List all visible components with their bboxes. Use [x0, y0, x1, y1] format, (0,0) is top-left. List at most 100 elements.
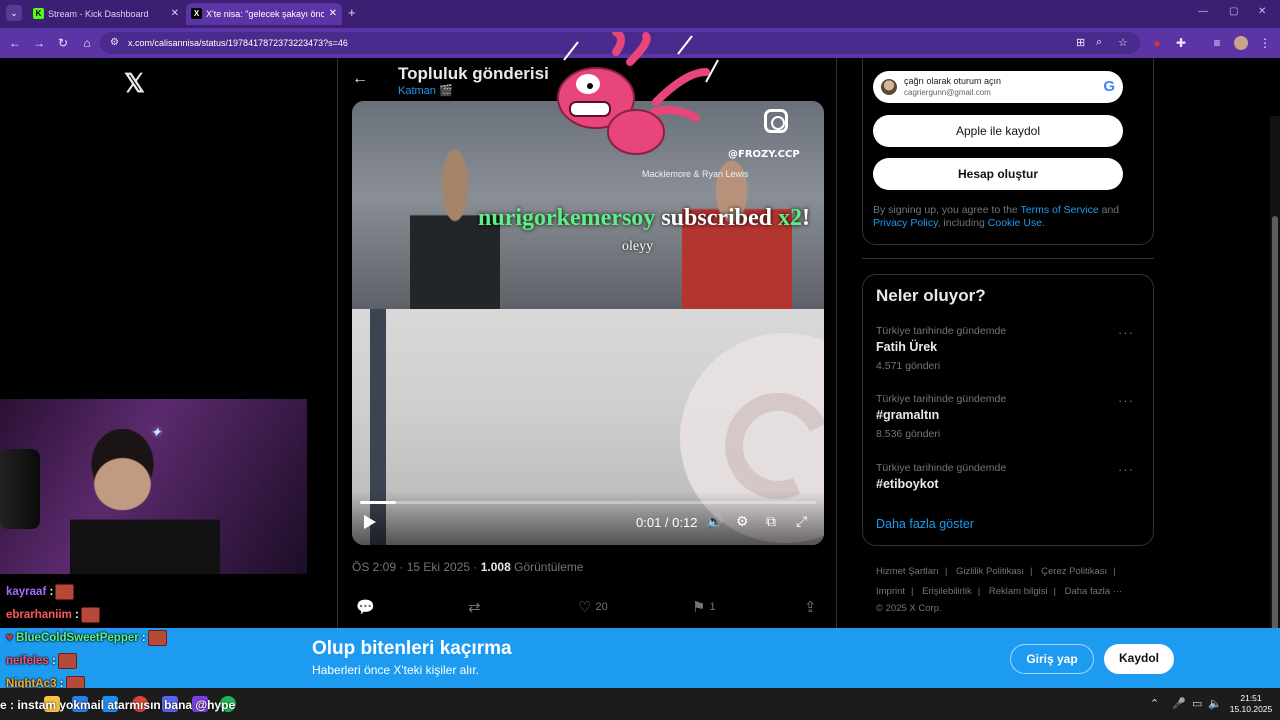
tab-search-icon[interactable]: ⌄: [6, 5, 22, 21]
footer-link[interactable]: Erişilebilirlik: [922, 586, 972, 597]
minimize-icon[interactable]: —: [1198, 6, 1208, 17]
repost-icon[interactable]: ⇄: [468, 598, 481, 616]
signup-button[interactable]: Kaydol: [1104, 644, 1174, 674]
post-timestamp[interactable]: ÖS 2:09 · 15 Eki 2025 ·: [352, 560, 481, 574]
maximize-icon[interactable]: ▢: [1229, 6, 1238, 17]
more-options-icon[interactable]: ···: [1118, 393, 1134, 408]
footer-link[interactable]: Reklam bilgisi: [989, 586, 1048, 597]
extension-icon[interactable]: ●: [1150, 36, 1164, 50]
post-views-label: Görüntüleme: [510, 560, 584, 574]
google-signin-button[interactable]: çağrı olarak oturum açın cagriergunn@gma…: [873, 71, 1123, 103]
google-account-avatar: [881, 79, 897, 95]
footer-link[interactable]: Gizlilik Politikası: [956, 566, 1024, 577]
show-more-link[interactable]: Daha fazla göster: [876, 517, 974, 531]
reply-icon[interactable]: 💬: [356, 598, 375, 616]
video-progress-bar[interactable]: [360, 501, 816, 504]
video-watermark-credit: Macklemore & Ryan Lewis: [642, 169, 749, 179]
footer-link[interactable]: Çerez Politikası: [1041, 566, 1107, 577]
fullscreen-icon[interactable]: ⤢: [796, 513, 807, 530]
scrollbar-thumb[interactable]: [1272, 216, 1278, 656]
like-button[interactable]: ♡ 20: [578, 598, 608, 616]
settings-gear-icon[interactable]: ⚙: [736, 513, 749, 530]
close-window-icon[interactable]: ✕: [1258, 6, 1266, 17]
trend-item[interactable]: Türkiye tarihinde gündemde #gramaltın 8.…: [876, 393, 1142, 453]
forward-icon[interactable]: →: [32, 36, 46, 50]
tab-kick-dashboard[interactable]: K Stream - Kick Dashboard ✕: [28, 3, 184, 25]
alert-multiplier: x2: [778, 205, 803, 231]
tray-overflow-icon[interactable]: ⌃: [1150, 697, 1159, 710]
home-icon[interactable]: ⌂: [80, 36, 94, 50]
system-clock[interactable]: 21:51 15.10.2025: [1226, 693, 1276, 715]
extensions-puzzle-icon[interactable]: ✚: [1174, 36, 1188, 50]
login-button[interactable]: Giriş yap: [1010, 644, 1094, 674]
video-player[interactable]: @FROZY.CCP Macklemore & Ryan Lewis nurig…: [352, 101, 824, 545]
apple-signup-button[interactable]: Apple ile kaydol: [873, 115, 1123, 147]
cartoon-sticker: [557, 32, 719, 155]
terms-link[interactable]: Terms of Service: [1021, 204, 1099, 216]
google-signin-email: cagriergunn@gmail.com: [904, 88, 991, 97]
trend-item[interactable]: Türkiye tarihinde gündemde #etiboykot ··…: [876, 462, 1142, 522]
bookmark-button[interactable]: ⚑ 1: [692, 598, 716, 616]
footer-links: Hizmet Şartları | Gizlilik Politikası | Çe…: [876, 562, 1146, 616]
screen: ⌄ K Stream - Kick Dashboard ✕ X X'te nis…: [0, 0, 1280, 720]
reload-icon[interactable]: ↻: [56, 36, 70, 50]
play-icon[interactable]: [364, 515, 376, 529]
trend-item[interactable]: Türkiye tarihinde gündemde Fatih Ürek 4.…: [876, 325, 1142, 385]
community-link[interactable]: Katman 🎬: [398, 84, 453, 97]
legal-pre: By signing up, you agree to the: [873, 204, 1021, 216]
footer-link[interactable]: Imprint: [876, 586, 905, 597]
install-app-icon[interactable]: ⊞: [1076, 36, 1085, 49]
chat-username: neifeles: [6, 655, 49, 668]
footer-sep: |: [1030, 566, 1033, 577]
clock-date: 15.10.2025: [1229, 704, 1273, 714]
create-account-button[interactable]: Hesap oluştur: [873, 158, 1123, 190]
network-icon[interactable]: ▭: [1192, 697, 1202, 710]
close-tab-icon[interactable]: ✕: [171, 3, 179, 25]
trend-context: Türkiye tarihinde gündemde: [876, 462, 1007, 474]
site-info-icon[interactable]: ⚙: [110, 37, 119, 48]
legal-end: .: [1042, 217, 1045, 229]
video-current-time: 0:01: [636, 515, 662, 530]
chat-separator: :: [71, 609, 79, 622]
chat-separator: :: [138, 632, 146, 645]
more-options-icon[interactable]: ···: [1118, 462, 1134, 477]
profile-avatar[interactable]: [1234, 36, 1248, 50]
tab-x-post[interactable]: X X'te nisa: "gelecek şakayı önce ✕: [186, 3, 342, 25]
post-actions: 💬 ⇄ ♡ 20 ⚑ 1 ⇪: [338, 598, 838, 622]
video-watermark-handle: @FROZY.CCP: [728, 149, 800, 160]
kick-icon: K: [33, 8, 44, 19]
close-tab-icon[interactable]: ✕: [329, 3, 337, 25]
apple-signup-label: Apple ile kaydol: [955, 124, 1041, 138]
trend-context: Türkiye tarihinde gündemde: [876, 393, 1007, 405]
page-scrollbar[interactable]: [1270, 116, 1280, 686]
footer-sep: |: [977, 586, 981, 597]
x-logo-icon[interactable]: 𝕏: [124, 68, 145, 99]
new-tab-icon[interactable]: +: [348, 5, 356, 21]
more-options-icon[interactable]: ···: [1118, 325, 1134, 340]
footer-sep: |: [944, 566, 948, 577]
cookie-link[interactable]: Cookie Use: [988, 217, 1042, 229]
volume-icon[interactable]: 🔊: [706, 513, 723, 530]
back-icon[interactable]: ←: [8, 36, 22, 50]
alert-action: subscribed: [655, 205, 779, 231]
google-g-icon: G: [1103, 78, 1115, 95]
reading-list-icon[interactable]: ≡: [1210, 36, 1224, 50]
trends-heading: Neler oluyor?: [876, 286, 986, 305]
picture-in-picture-icon[interactable]: ⧉: [766, 513, 776, 530]
microphone-icon[interactable]: 🎤: [1172, 697, 1186, 710]
emote-icon: [80, 607, 100, 623]
video-duration: 0:12: [672, 515, 698, 530]
footer-link[interactable]: Hizmet Şartları: [876, 566, 939, 577]
chat-username: kayraaf: [6, 586, 47, 599]
zoom-icon[interactable]: ⌕: [1096, 36, 1102, 49]
alert-username: nurigorkemersoy: [478, 205, 656, 231]
clock-time: 21:51: [1240, 693, 1262, 703]
share-icon[interactable]: ⇪: [804, 598, 817, 616]
footer-more-link[interactable]: Daha fazla ···: [1065, 586, 1123, 597]
privacy-link[interactable]: Privacy Policy: [873, 217, 938, 229]
volume-tray-icon[interactable]: 🔈: [1208, 697, 1222, 710]
bookmark-star-icon[interactable]: ☆: [1118, 36, 1128, 49]
video-controls: 0:01 / 0:12 🔊 ⚙ ⧉ ⤢: [352, 491, 824, 545]
back-arrow-icon[interactable]: ←: [352, 70, 368, 88]
menu-icon[interactable]: ⋮: [1258, 36, 1272, 50]
